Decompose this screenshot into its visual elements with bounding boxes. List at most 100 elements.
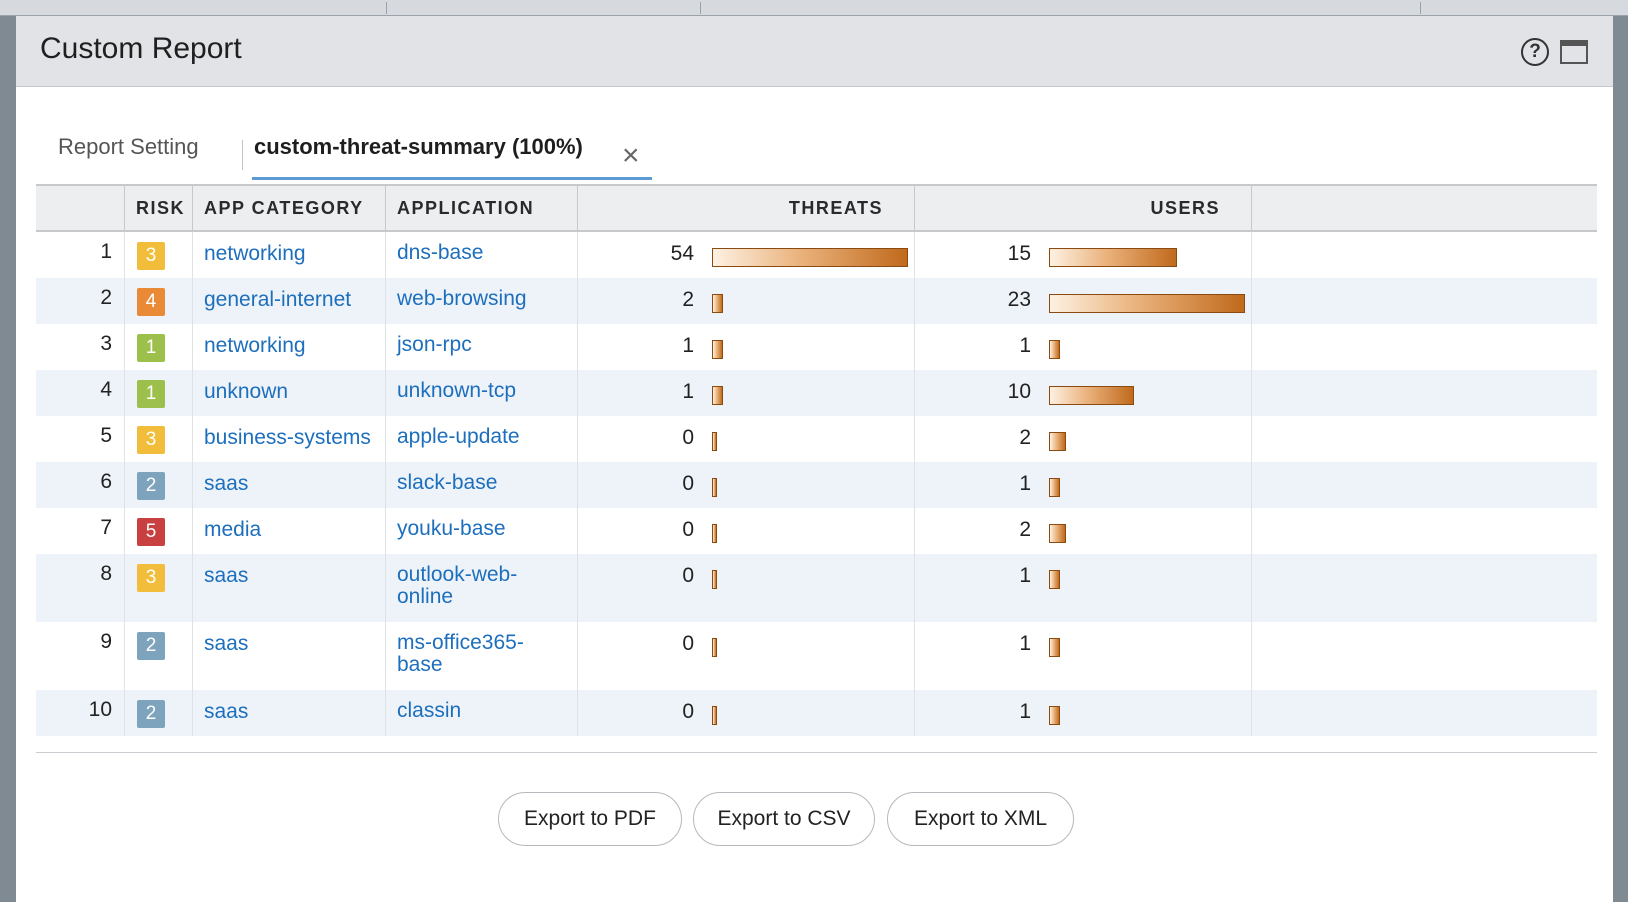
application-cell: outlook-web-online xyxy=(386,554,578,622)
application-link[interactable]: unknown-tcp xyxy=(397,379,516,402)
application-link[interactable]: web-browsing xyxy=(397,287,527,310)
app-category-link[interactable]: business-systems xyxy=(204,426,371,449)
threats-cell: 54 xyxy=(578,232,915,278)
application-cell: apple-update xyxy=(386,416,578,462)
threats-value: 0 xyxy=(682,632,694,655)
users-cell: 1 xyxy=(915,324,1252,370)
custom-report-dialog: Custom Report ? Report Setting custom-th… xyxy=(16,16,1613,902)
threats-bar xyxy=(712,386,723,405)
tab-report-setting[interactable]: Report Setting xyxy=(58,134,199,160)
report-tabs: Report Setting custom-threat-summary (10… xyxy=(36,112,1596,180)
app-category-link[interactable]: media xyxy=(204,518,261,541)
users-bar xyxy=(1049,386,1134,405)
threats-bar xyxy=(712,524,717,543)
row-index: 9 xyxy=(36,622,125,690)
risk-cell: 3 xyxy=(125,416,193,462)
users-value: 1 xyxy=(1019,564,1031,587)
background-window-strip xyxy=(0,0,1628,16)
threats-cell: 2 xyxy=(578,278,915,324)
application-link[interactable]: json-rpc xyxy=(397,333,472,356)
tab-custom-threat-summary[interactable]: custom-threat-summary (100%) xyxy=(254,134,583,160)
threats-value: 1 xyxy=(682,334,694,357)
users-bar xyxy=(1049,524,1066,543)
application-link[interactable]: youku-base xyxy=(397,517,506,540)
users-bar xyxy=(1049,340,1060,359)
app-category-link[interactable]: saas xyxy=(204,632,248,655)
application-column-header[interactable]: APPLICATION xyxy=(386,186,578,230)
threats-value: 0 xyxy=(682,472,694,495)
table-row: 4 1 unknown unknown-tcp 1 10 xyxy=(36,370,1597,416)
application-link[interactable]: apple-update xyxy=(397,425,520,448)
risk-cell: 5 xyxy=(125,508,193,554)
export-pdf-button[interactable]: Export to PDF xyxy=(498,792,682,846)
application-link-line[interactable]: ms-office365- xyxy=(397,632,577,654)
users-cell: 1 xyxy=(915,622,1252,690)
threats-cell: 0 xyxy=(578,462,915,508)
threats-value: 0 xyxy=(682,426,694,449)
risk-cell: 2 xyxy=(125,690,193,736)
application-link-line[interactable]: outlook-web- xyxy=(397,564,577,586)
users-cell: 2 xyxy=(915,416,1252,462)
users-value: 15 xyxy=(1007,242,1031,265)
app-category-link[interactable]: networking xyxy=(204,334,306,357)
maximize-window-icon[interactable] xyxy=(1560,40,1588,64)
users-value: 2 xyxy=(1019,518,1031,541)
users-cell: 1 xyxy=(915,554,1252,622)
application-cell: web-browsing xyxy=(386,278,578,324)
risk-badge: 1 xyxy=(137,334,165,362)
app-category-link[interactable]: saas xyxy=(204,700,248,723)
app-category-link[interactable]: saas xyxy=(204,472,248,495)
application-link[interactable]: dns-base xyxy=(397,241,483,264)
row-index: 3 xyxy=(36,324,125,370)
risk-badge: 2 xyxy=(137,700,165,728)
row-index: 1 xyxy=(36,232,125,278)
app-category-cell: networking xyxy=(193,232,386,278)
row-index: 10 xyxy=(36,690,125,736)
risk-badge: 3 xyxy=(137,242,165,270)
app-category-cell: networking xyxy=(193,324,386,370)
application-link[interactable]: classin xyxy=(397,699,461,722)
application-cell: slack-base xyxy=(386,462,578,508)
risk-badge: 5 xyxy=(137,518,165,546)
risk-cell: 1 xyxy=(125,370,193,416)
threats-value: 54 xyxy=(670,242,694,265)
close-icon[interactable]: × xyxy=(622,141,640,171)
threats-cell: 1 xyxy=(578,370,915,416)
table-body: 1 3 networking dns-base 54 15 2 4 general-intern… xyxy=(36,232,1597,736)
application-link-line[interactable]: online xyxy=(397,586,577,608)
threats-value: 0 xyxy=(682,518,694,541)
users-cell: 15 xyxy=(915,232,1252,278)
question-circle-icon[interactable]: ? xyxy=(1521,38,1549,66)
risk-column-header[interactable]: RISK xyxy=(125,186,193,230)
application-link-line[interactable]: base xyxy=(397,654,577,676)
app-category-cell: saas xyxy=(193,690,386,736)
app-category-cell: saas xyxy=(193,622,386,690)
app-category-link[interactable]: networking xyxy=(204,242,306,265)
risk-cell: 2 xyxy=(125,622,193,690)
users-bar xyxy=(1049,570,1060,589)
table-row: 9 2 saas ms-office365- base 0 1 xyxy=(36,622,1597,690)
export-csv-button[interactable]: Export to CSV xyxy=(693,792,875,846)
app-category-link[interactable]: general-internet xyxy=(204,288,351,311)
application-cell: classin xyxy=(386,690,578,736)
row-index: 7 xyxy=(36,508,125,554)
application-cell: unknown-tcp xyxy=(386,370,578,416)
threats-column-header[interactable]: THREATS xyxy=(578,186,915,230)
risk-cell: 3 xyxy=(125,232,193,278)
threats-bar xyxy=(712,570,717,589)
app-category-column-header[interactable]: APP CATEGORY xyxy=(193,186,386,230)
app-category-cell: general-internet xyxy=(193,278,386,324)
users-column-header[interactable]: USERS xyxy=(915,186,1252,230)
application-cell: youku-base xyxy=(386,508,578,554)
export-xml-button[interactable]: Export to XML xyxy=(887,792,1074,846)
threats-value: 0 xyxy=(682,564,694,587)
app-category-link[interactable]: saas xyxy=(204,564,248,587)
app-category-link[interactable]: unknown xyxy=(204,380,288,403)
threats-bar xyxy=(712,248,908,267)
table-row: 5 3 business-systems apple-update 0 2 xyxy=(36,416,1597,462)
row-index: 4 xyxy=(36,370,125,416)
table-row: 7 5 media youku-base 0 2 xyxy=(36,508,1597,554)
users-value: 23 xyxy=(1007,288,1031,311)
table-row: 2 4 general-internet web-browsing 2 23 xyxy=(36,278,1597,324)
application-link[interactable]: slack-base xyxy=(397,471,497,494)
